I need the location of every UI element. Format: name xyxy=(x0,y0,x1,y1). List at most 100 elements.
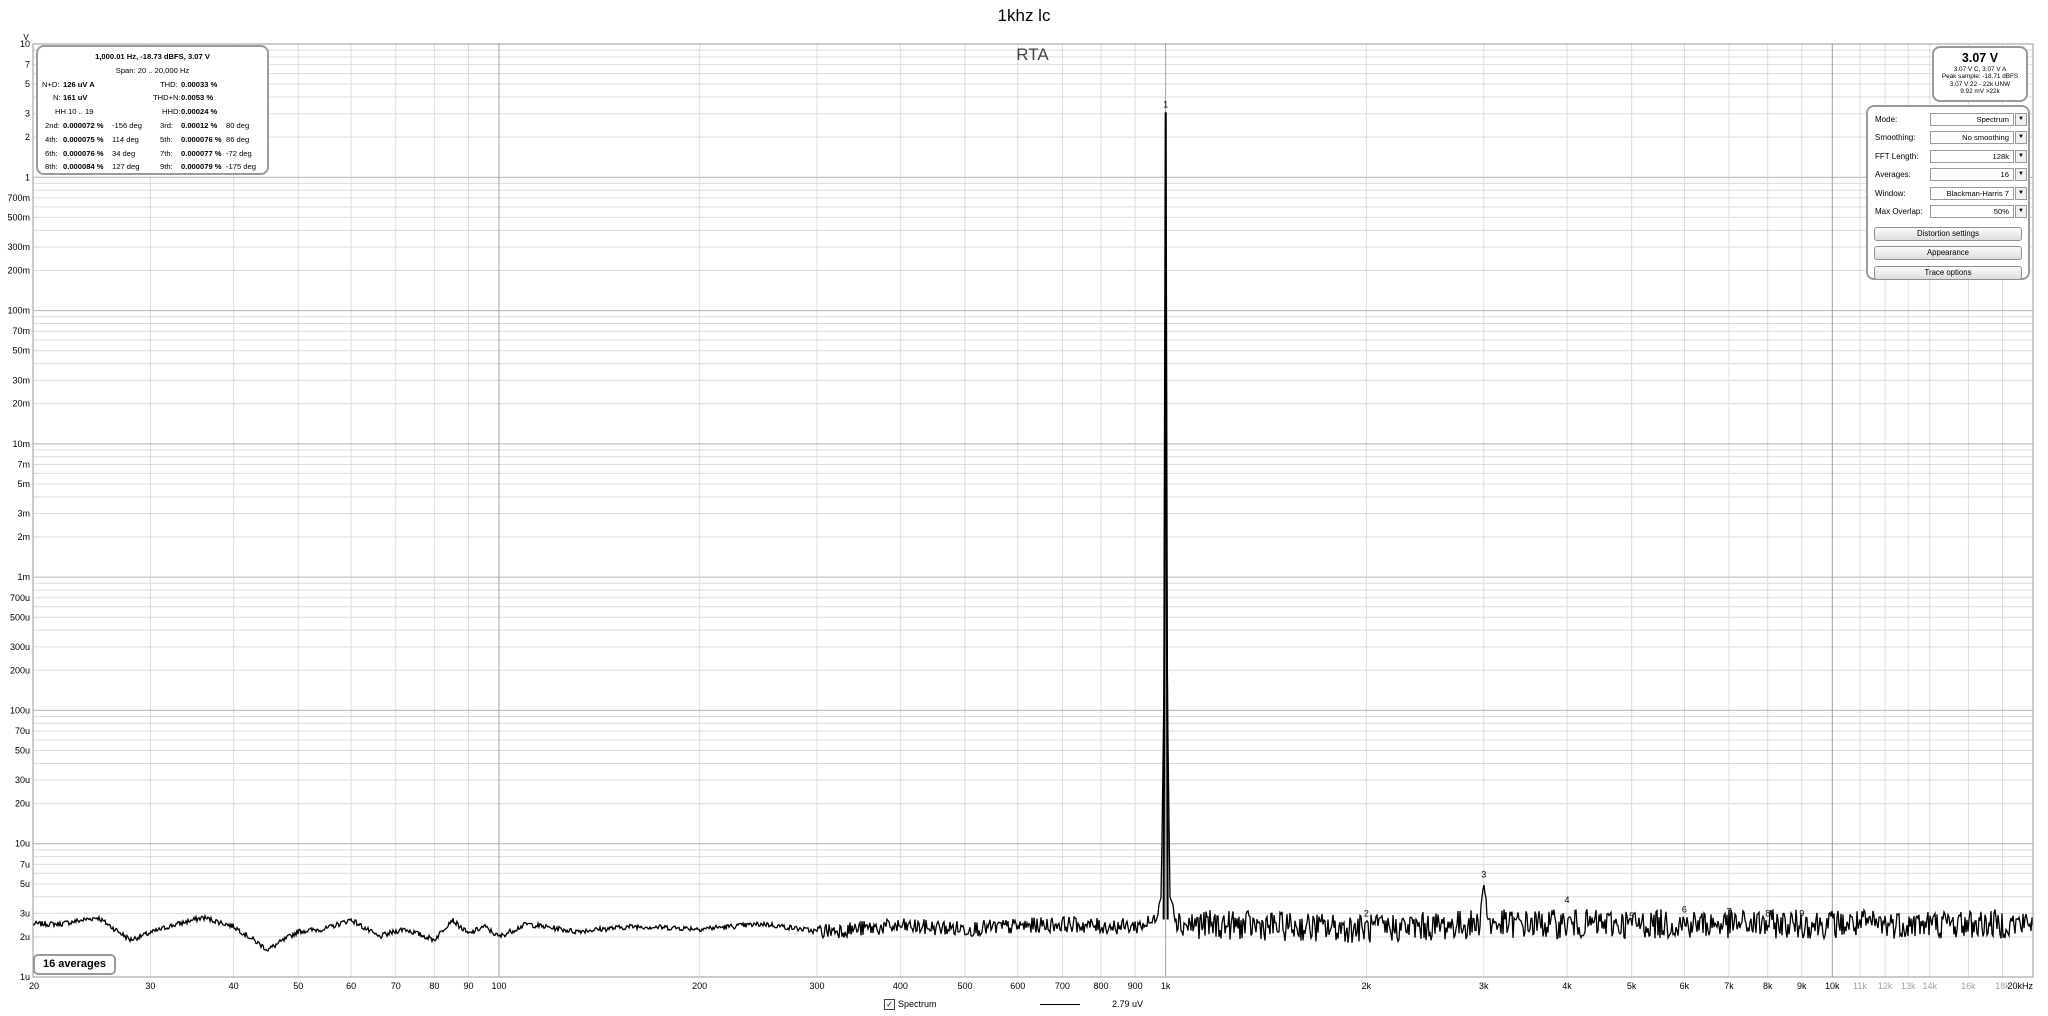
harmonic-label: 2nd: xyxy=(45,120,60,130)
harmonic-phase: 86 deg xyxy=(226,134,250,144)
y-tick-label: 2u xyxy=(20,932,30,942)
y-tick-label: 500u xyxy=(10,612,30,622)
level-line-3: 3.07 V 22 - 22k UNW xyxy=(1949,80,2011,88)
thd-n-value: 0.0053 % xyxy=(181,93,214,103)
smoothing-select[interactable]: No smoothing xyxy=(1930,131,2014,145)
averages-select[interactable]: 16 xyxy=(1930,168,2014,182)
level-meter-panel[interactable]: 3.07 V 3.07 V C, 3.07 V A Peak sample: -… xyxy=(1932,46,2028,102)
harmonic-row: 8th: 0.000084 % 127 deg 9th: 0.000079 % -175 … xyxy=(42,160,263,174)
harmonic-phase: 80 deg xyxy=(226,120,250,130)
chevron-down-icon[interactable]: ▼ xyxy=(2015,168,2027,182)
chevron-down-icon[interactable]: ▼ xyxy=(2015,149,2027,163)
harmonic-row: 6th: 0.000076 % 34 deg 7th: 0.000077 % -72 de… xyxy=(42,147,263,161)
x-tick-label: 9k xyxy=(1797,981,1807,991)
x-tick-label: 700 xyxy=(1055,981,1070,991)
thd-label: THD: xyxy=(160,79,178,89)
mode-row: Mode: Spectrum ▼ xyxy=(1874,111,2027,129)
legend-cursor-value: 2.79 uV xyxy=(1112,999,1144,1009)
x-tick-label: 7k xyxy=(1724,981,1734,991)
x-tick-label: 2k xyxy=(1362,981,1372,991)
x-tick-label: 8k xyxy=(1763,981,1773,991)
y-tick-label: 20m xyxy=(12,399,30,409)
harmonic-phase: 114 deg xyxy=(112,134,139,144)
x-tick-label: 400 xyxy=(893,981,908,991)
smoothing-row: Smoothing: No smoothing ▼ xyxy=(1874,129,2027,147)
y-tick-label: 200u xyxy=(10,665,30,675)
max-overlap-row: Max Overlap: 50% ▼ xyxy=(1874,203,2027,221)
x-tick-label: 500 xyxy=(957,981,972,991)
chevron-down-icon[interactable]: ▼ xyxy=(2015,186,2027,200)
y-tick-label: 50m xyxy=(12,346,30,356)
spectrum-checkbox[interactable]: ✓ xyxy=(884,999,895,1010)
x-tick-label: 600 xyxy=(1010,981,1025,991)
trace-options-button[interactable]: Trace options xyxy=(1874,265,2022,280)
x-tick-label: 3k xyxy=(1479,981,1489,991)
chevron-down-icon[interactable]: ▼ xyxy=(2015,204,2027,218)
x-tick-label: 300 xyxy=(810,981,825,991)
harmonic-percent: 0.00012 % xyxy=(181,120,218,130)
x-tick-label: 90 xyxy=(463,981,473,991)
x-tick-label: 30 xyxy=(145,981,155,991)
spectrum-plot[interactable]: V 1075321700m500m300m200m100m70m50m30m20… xyxy=(0,0,2048,1016)
level-line-1: 3.07 V C, 3.07 V A xyxy=(1953,66,2007,73)
x-tick-label: 200 xyxy=(692,981,707,991)
harmonic-label: 7th: xyxy=(160,148,173,158)
y-tick-label: 300u xyxy=(10,642,30,652)
y-tick-label: 1m xyxy=(17,572,30,582)
x-tick-label: 14k xyxy=(1922,981,1937,991)
stats-span: Span: 20 .. 20,000 Hz xyxy=(115,65,190,75)
harmonic-marker: 7 xyxy=(1727,907,1732,917)
distortion-stats-panel[interactable]: 1,000.01 Hz, -18.73 dBFS, 3.07 V Span: 2… xyxy=(36,45,269,175)
x-tick-label: 1k xyxy=(1161,981,1171,991)
thd-value: 0.00033 % xyxy=(181,79,218,89)
x-tick-label: 70 xyxy=(391,981,401,991)
y-tick-label: 70m xyxy=(12,326,30,336)
harmonic-marker: 8 xyxy=(1765,909,1770,919)
fft-length-select[interactable]: 128k xyxy=(1930,149,2014,163)
x-tick-label: 4k xyxy=(1562,981,1572,991)
harmonic-percent: 0.000079 % xyxy=(181,162,222,172)
y-tick-label: 5 xyxy=(25,79,30,89)
x-tick-label: 20kHz xyxy=(2007,981,2033,991)
max-overlap-select[interactable]: 50% xyxy=(1930,204,2014,218)
level-main-value: 3.07 V xyxy=(1961,51,1999,65)
legend: ✓ Spectrum 2.79 uV xyxy=(0,998,2048,1014)
harmonic-label: 9th: xyxy=(160,162,173,172)
y-tick-label: 70u xyxy=(15,726,30,736)
x-tick-label: 800 xyxy=(1094,981,1109,991)
window-row: Window: Blackman-Harris 7 ▼ xyxy=(1874,185,2027,203)
x-tick-label: 11k xyxy=(1853,981,1867,991)
averages-label: Averages: xyxy=(1875,170,1911,180)
y-tick-label: 2 xyxy=(25,132,30,142)
appearance-button[interactable]: Appearance xyxy=(1874,246,2022,261)
harmonic-marker: 6 xyxy=(1682,904,1687,914)
chevron-down-icon[interactable]: ▼ xyxy=(2015,131,2027,145)
y-tick-label: 5m xyxy=(17,479,30,489)
y-tick-label: 1 xyxy=(25,172,30,182)
window-select[interactable]: Blackman-Harris 7 xyxy=(1930,186,2014,200)
harmonic-marker: 3 xyxy=(1481,870,1486,880)
y-tick-label: 10 xyxy=(20,39,30,49)
thd-n-label: THD+N: xyxy=(153,93,181,103)
x-tick-label: 50 xyxy=(293,981,303,991)
harmonic-marker: 9 xyxy=(1799,909,1804,919)
harmonic-phase: -175 deg xyxy=(226,162,256,172)
x-tick-label: 5k xyxy=(1627,981,1637,991)
n-d-value: 126 uV A xyxy=(63,79,95,89)
y-tick-label: 300m xyxy=(7,242,30,252)
y-tick-label: 3u xyxy=(20,908,30,918)
x-tick-label: 6k xyxy=(1680,981,1690,991)
legend-trace-swatch xyxy=(1040,1004,1080,1005)
y-tick-label: 2m xyxy=(17,532,30,542)
y-tick-label: 30u xyxy=(15,775,30,785)
harmonic-label: 6th: xyxy=(45,148,58,158)
x-tick-label: 100 xyxy=(491,981,506,991)
mode-select[interactable]: Spectrum xyxy=(1930,113,2014,126)
harmonic-label: 3rd: xyxy=(160,120,174,130)
y-tick-label: 5u xyxy=(20,879,30,889)
harmonic-phase: -156 deg xyxy=(112,120,142,130)
chevron-down-icon[interactable]: ▼ xyxy=(2015,113,2027,126)
n-d-label: N+D: xyxy=(42,79,60,89)
harmonic-marker: 4 xyxy=(1565,895,1570,905)
distortion-settings-button[interactable]: Distortion settings xyxy=(1874,226,2022,241)
